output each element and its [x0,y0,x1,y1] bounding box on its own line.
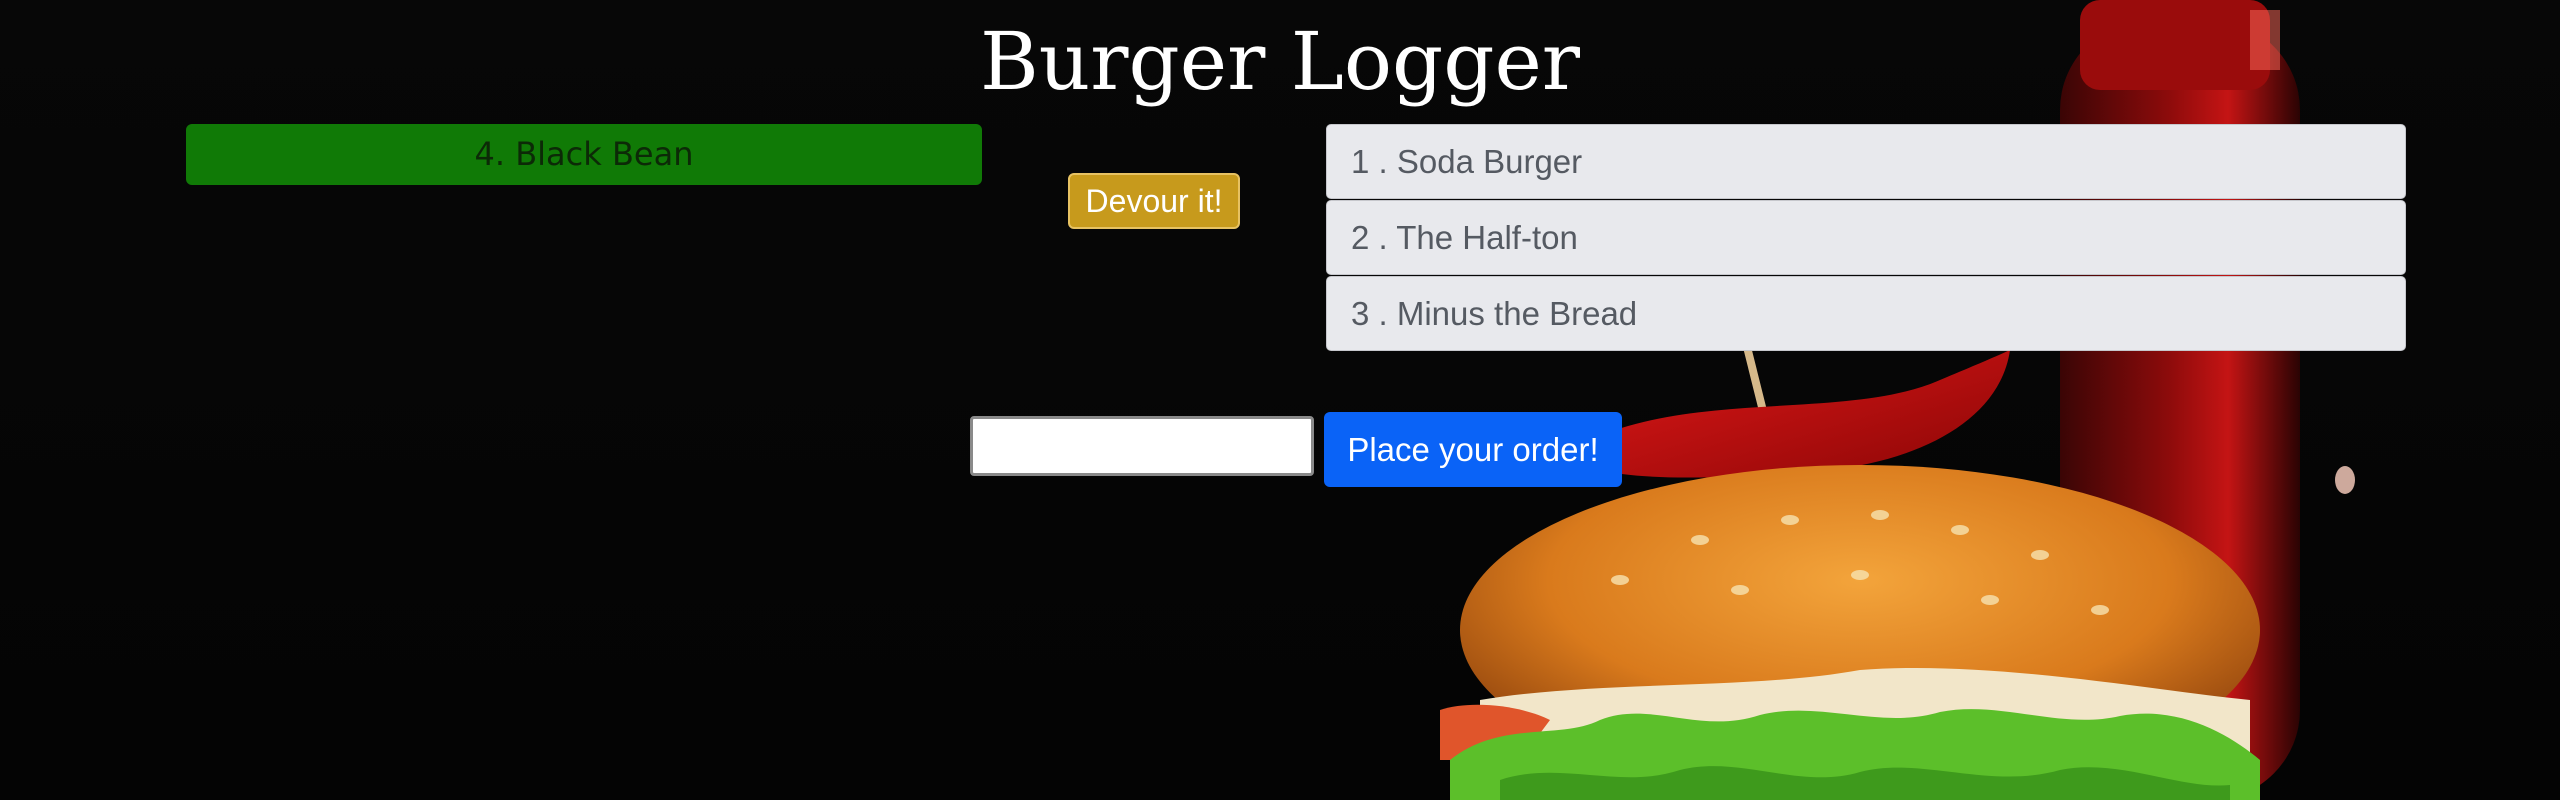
page-title: Burger Logger [979,15,1581,108]
burger-menu-list: 1 . Soda Burger 2 . The Half-ton 3 . Min… [1326,124,2406,352]
menu-item-minus-the-bread[interactable]: 3 . Minus the Bread [1326,276,2406,351]
devoured-list: 4. Black Bean [186,124,982,185]
menu-item-soda-burger[interactable]: 1 . Soda Burger [1326,124,2406,199]
burger-name-input[interactable] [970,416,1314,476]
devoured-item: 4. Black Bean [186,124,982,185]
devour-button[interactable]: Devour it! [1068,173,1240,229]
place-order-button[interactable]: Place your order! [1324,412,1622,487]
burger-photo [1440,0,2355,800]
menu-item-half-ton[interactable]: 2 . The Half-ton [1326,200,2406,275]
